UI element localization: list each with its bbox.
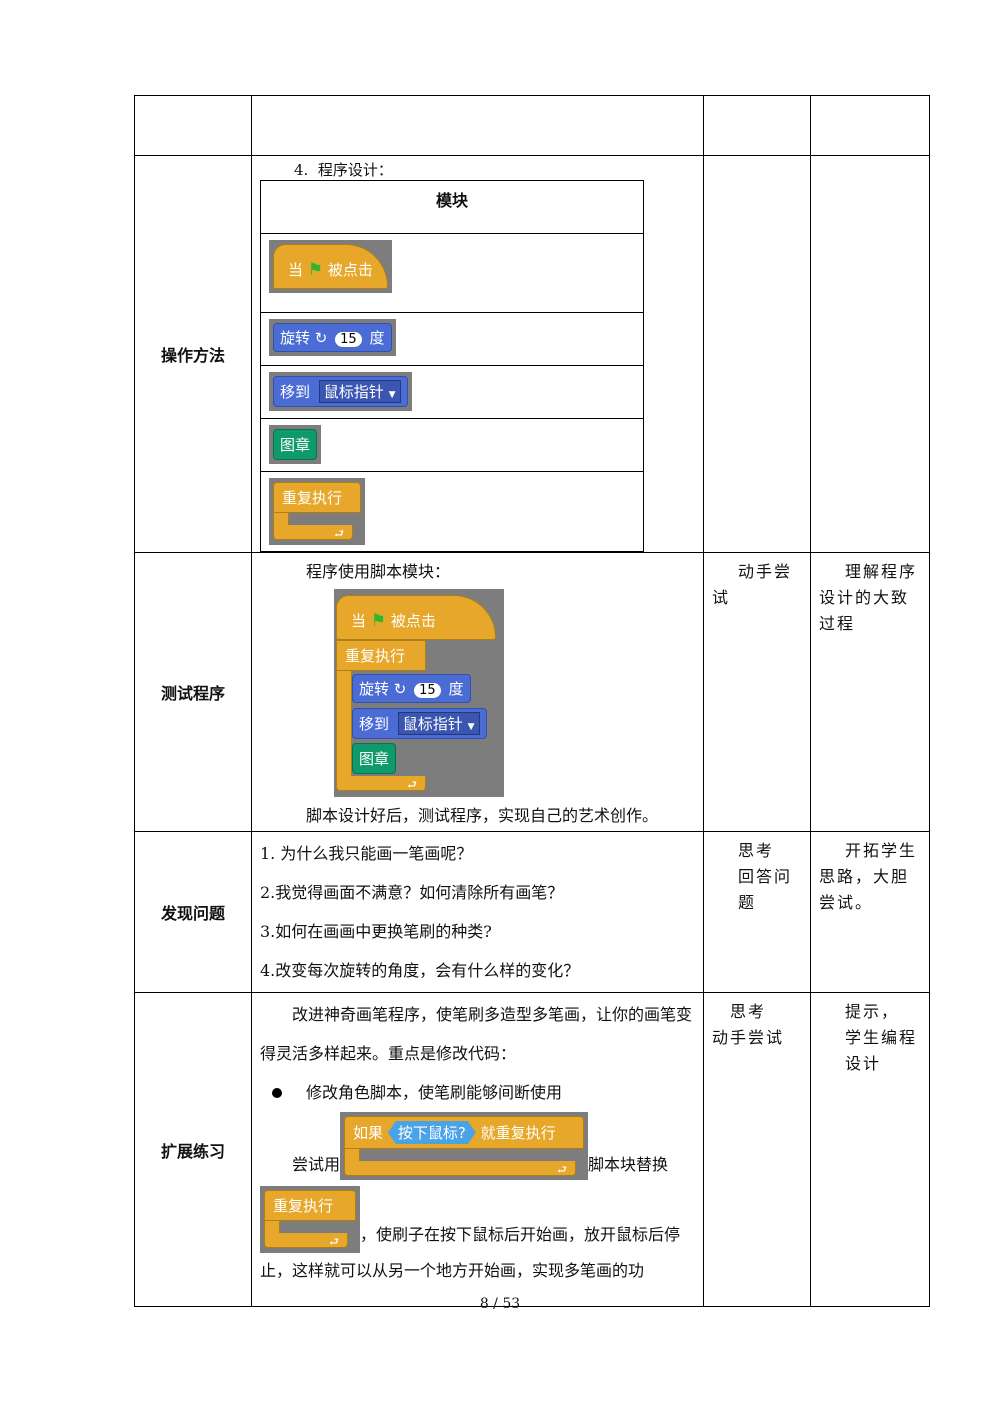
page-number: 8 / 53 [479,1296,521,1312]
hat-block-frame: 当 ⚑ 被点击 [269,240,392,293]
problem-item: 3.如何在画画中更换笔刷的种类? [260,922,492,941]
table-row-extend: 扩展练习 改进神奇画笔程序，使笔刷多造型多笔画，让你的画笔变得灵活多样起来。重点… [134,992,930,1307]
loop-arrow-icon: ⮐ [557,1163,568,1176]
dropdown-arrow-icon: ▼ [467,722,475,732]
extend-activity: 思考 动手尝试 [703,992,811,1307]
script-forever-block: 重复执行 [336,640,426,671]
table-row-blank [134,95,930,156]
table-row-test: 测试程序 程序使用脚本模块： 当 ⚑ 被点击 重复执行 旋转 ↻ 15 度 移到… [134,552,930,832]
table-row-operation: 操作方法 4. 程序设计： 模块 当 ⚑ 被点击 旋转 ↻ 15 度 移到 鼠标… [134,155,930,553]
module-table: 模块 当 ⚑ 被点击 旋转 ↻ 15 度 移到 鼠标指针 ▼ 图章 重复执行 ⮐ [260,180,644,552]
forever-block: 重复执行 ⮐ [273,482,361,540]
row-label-extend: 扩展练习 [134,992,252,1307]
script-stamp-block: 图章 [352,743,397,774]
loop-arrow-icon: ⮐ [407,778,417,791]
bullet-icon [272,1087,282,1098]
turn-degree-value: 15 [335,332,362,347]
problems-purpose: 开拓学生思路，大胆尝试。 [810,831,930,993]
test-content: 程序使用脚本模块： 当 ⚑ 被点击 重复执行 旋转 ↻ 15 度 移到 鼠标指针… [251,552,704,832]
problem-item: 4.改变每次旋转的角度，会有什么样的变化？ [260,961,580,980]
loop-arrow-icon: ⮐ [334,527,344,540]
script-turn-block: 旋转 ↻ 15 度 [352,674,471,703]
table-row-problems: 发现问题 1. 为什么我只能画一笔画呢？ 2.我觉得画面不满意？如何清除所有画笔… [134,831,930,993]
row-label-problems: 发现问题 [134,831,252,993]
extend-content: 改进神奇画笔程序，使笔刷多造型多笔画，让你的画笔变得灵活多样起来。重点是修改代码… [251,992,704,1307]
test-purpose: 理解程序设计的大致过程 [810,552,930,832]
problem-item: 2.我觉得画面不满意？如何清除所有画笔？ [260,883,564,902]
rotate-clockwise-icon: ↻ [393,680,407,698]
goto-block: 移到 鼠标指针 ▼ [273,376,408,407]
problems-content: 1. 为什么我只能画一笔画呢？ 2.我觉得画面不满意？如何清除所有画笔？ 3.如… [251,831,704,993]
lesson-table: 操作方法 4. 程序设计： 模块 当 ⚑ 被点击 旋转 ↻ 15 度 移到 鼠标… [134,95,930,1307]
stamp-block: 图章 [273,429,318,460]
extend-bullet: 修改角色脚本，使笔刷能够间断使用 [306,1083,563,1102]
script-goto-block: 移到 鼠标指针 ▼ [352,708,487,739]
problem-item: 1. 为什么我只能画一笔画呢？ [260,844,473,863]
operation-content: 4. 程序设计： 模块 当 ⚑ 被点击 旋转 ↻ 15 度 移到 鼠标指针 ▼ … [251,155,704,553]
forever-block: 重复执行 ⮐ [264,1190,356,1248]
rotate-clockwise-icon: ↻ [314,329,328,347]
test-outro: 脚本设计好后，测试程序，实现自己的艺术创作。 [306,806,659,825]
loop-arrow-icon: ⮐ [329,1235,339,1248]
test-intro: 程序使用脚本模块： [306,562,451,581]
if-forever-block-frame: 如果 按下鼠标? 就重复执行 ⮐ [340,1112,589,1180]
module-table-header: 模块 [260,180,644,234]
mouse-down-condition: 按下鼠标? [388,1121,476,1144]
script-when-flag-block: 当 ⚑ 被点击 [336,595,496,640]
problems-activity: 思考 回答问题 [703,831,811,993]
row-label-operation: 操作方法 [134,155,252,553]
green-flag-icon: ⚑ [307,260,324,280]
goto-target-dropdown: 鼠标指针 ▼ [318,380,401,403]
turn-block: 旋转 ↻ 15 度 [273,323,392,352]
dropdown-arrow-icon: ▼ [388,390,396,400]
green-flag-icon: ⚑ [370,611,387,631]
program-design-heading: 4. 程序设计： [294,161,393,179]
test-activity: 动手尝试 [703,552,811,832]
if-forever-block: 如果 按下鼠标? 就重复执行 ⮐ [344,1116,585,1176]
row-label-test: 测试程序 [134,552,252,832]
when-flag-clicked-block: 当 ⚑ 被点击 [273,244,388,289]
extend-paragraph: 改进神奇画笔程序，使笔刷多造型多笔画，让你的画笔变得灵活多样起来。重点是修改代码… [260,1005,693,1063]
extend-purpose: 提示， 学生编程设计 [810,992,930,1307]
full-script: 当 ⚑ 被点击 重复执行 旋转 ↻ 15 度 移到 鼠标指针 ▼ 图章 ⮐ [334,589,504,797]
